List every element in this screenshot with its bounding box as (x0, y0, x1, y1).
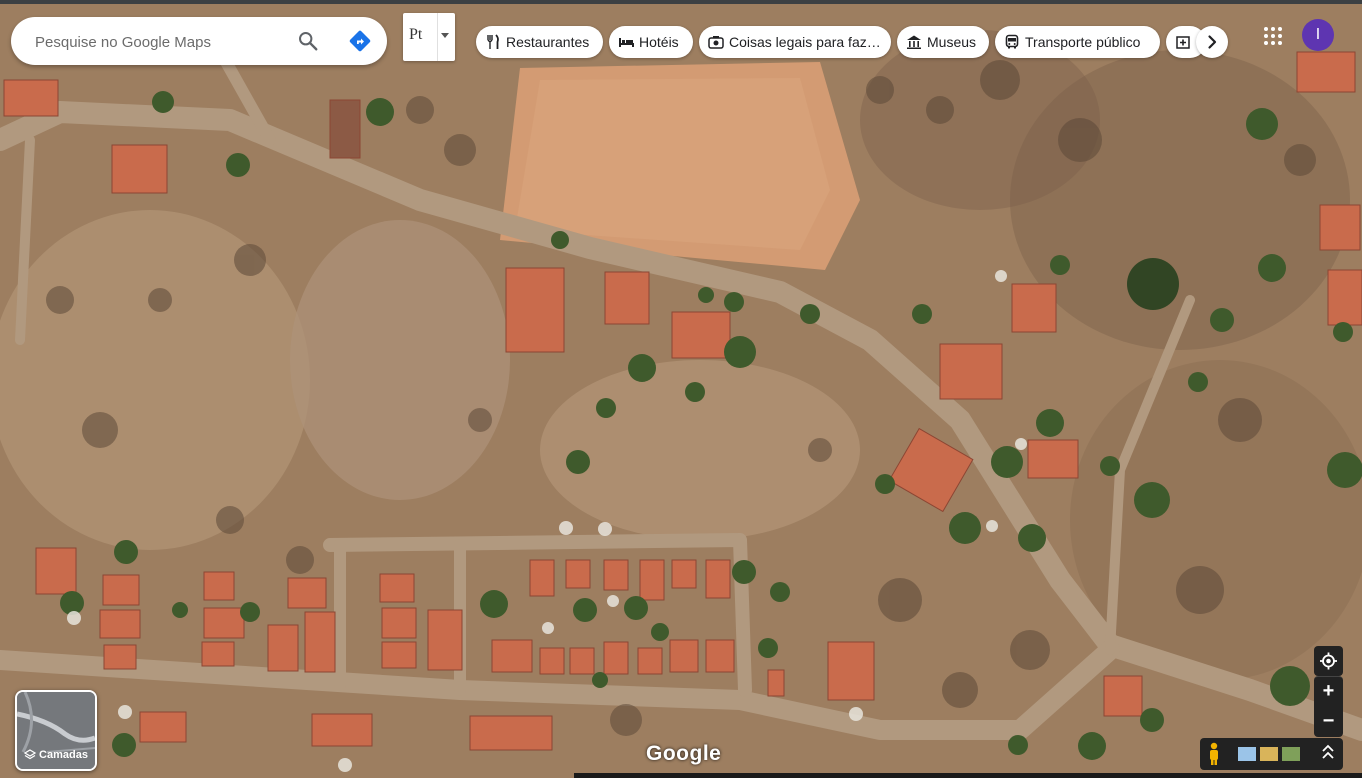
layers-label: Camadas (39, 749, 88, 761)
museum-icon (907, 35, 921, 49)
layers-label-row: Camadas (17, 749, 95, 761)
bottom-toolbar-icons (1210, 742, 1334, 765)
category-chip-museums[interactable]: Museus (897, 26, 989, 58)
zoom-controls: + − (1314, 676, 1343, 737)
dropdown-arrow-icon[interactable] (441, 33, 449, 38)
directions-icon[interactable] (348, 29, 372, 53)
google-logo: Google (646, 742, 722, 765)
satellite-imagery (0, 0, 1362, 778)
apps-grid-icon[interactable] (1263, 26, 1283, 46)
bottom-toolbar (1200, 738, 1343, 770)
browser-top-edge (0, 0, 1362, 4)
camera-icon (708, 36, 724, 49)
pegman-icon[interactable] (1210, 742, 1218, 765)
layers-button[interactable]: Camadas (15, 690, 97, 771)
chip-label-restaurants: Restaurantes (506, 34, 590, 50)
bed-icon (619, 38, 634, 47)
category-chip-transit[interactable]: Transporte público (995, 26, 1160, 58)
my-location-icon (1320, 652, 1337, 670)
search-icon[interactable] (297, 30, 319, 52)
category-chip-things-to-do[interactable]: Coisas legais para faz… (699, 26, 891, 58)
chip-label-transit: Transporte público (1025, 34, 1141, 50)
account-avatar[interactable]: I (1302, 19, 1334, 51)
imagery-thumbnails[interactable] (1238, 747, 1300, 761)
fork-knife-icon (487, 34, 499, 49)
chevron-right-icon (1208, 35, 1217, 49)
satellite-map[interactable] (0, 0, 1362, 778)
chip-label-hotels: Hotéis (639, 34, 679, 50)
language-divider (437, 13, 438, 61)
expand-up-icon[interactable] (1322, 744, 1334, 759)
language-label: Pt (409, 26, 423, 43)
chips-next-button[interactable] (1196, 26, 1228, 58)
layers-icon (24, 749, 37, 760)
zoom-out-button[interactable]: − (1314, 707, 1343, 736)
chip-label-things-to-do: Coisas legais para faz… (729, 34, 881, 50)
bottom-edge-bar (574, 773, 1362, 778)
category-chip-hotels[interactable]: Hotéis (609, 26, 693, 58)
pharmacy-icon (1176, 36, 1190, 49)
search-box[interactable] (11, 17, 387, 67)
my-location-button[interactable] (1314, 646, 1343, 676)
category-chip-restaurants[interactable]: Restaurantes (476, 26, 603, 58)
language-widget[interactable]: Pt (403, 13, 455, 61)
zoom-in-button[interactable]: + (1314, 677, 1343, 706)
search-input[interactable] (33, 17, 287, 67)
bus-icon (1005, 34, 1019, 49)
chip-label-museums: Museus (927, 34, 977, 50)
